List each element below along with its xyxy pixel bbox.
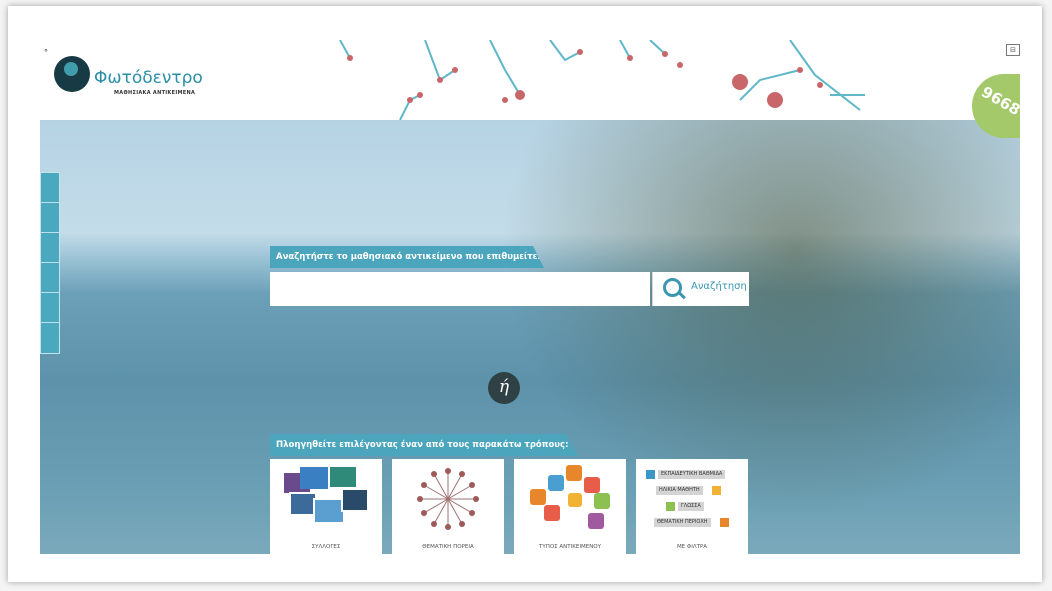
browse-card-collections[interactable]: ΣΥΛΛΟΓΕΣ — [270, 459, 382, 555]
or-separator: ή — [488, 372, 520, 404]
search-button[interactable]: Αναζήτηση — [652, 272, 749, 306]
card-label: ΘΕΜΑΤΙΚΗ ΠΟΡΕΙΑ — [422, 544, 474, 550]
side-menu-item[interactable] — [41, 233, 59, 263]
checkbox-icon — [712, 486, 721, 495]
filter-label: ΗΛΙΚΙΑ ΜΑΘΗΤΗ — [656, 486, 703, 495]
site-header: ° Φωτόδεντρο ΜΑΘΗΣΙΑΚΑ ΑΝΤΙΚΕΙΜΕΝΑ ⊟ — [40, 40, 1020, 120]
card-label: ΣΥΛΛΟΓΕΣ — [311, 544, 341, 550]
filter-education-level[interactable]: ΕΚΠΑΙΔΕΥΤΙΚΗ ΒΑΘΜΙΔΑ — [636, 469, 748, 481]
filter-label: ΓΛΩΣΣΑ — [678, 502, 704, 511]
collections-icon — [284, 467, 369, 524]
side-menu-item[interactable] — [41, 263, 59, 293]
logo-decoration: ° — [44, 48, 48, 57]
browse-card-object-type[interactable]: ΤΥΠΟΣ ΑΝΤΙΚΕΙΜΕΝΟΥ — [514, 459, 626, 555]
card-label: ΜΕ ΦΙΛΤΡΑ — [676, 544, 708, 550]
card-label: ΤΥΠΟΣ ΑΝΤΙΚΕΙΜΕΝΟΥ — [539, 544, 601, 550]
object-counter: 9668 — [978, 82, 1024, 120]
object-type-icon — [530, 465, 610, 529]
branch-decoration — [339, 40, 865, 120]
filter-student-age[interactable]: ΗΛΙΚΙΑ ΜΑΘΗΤΗ — [636, 485, 748, 497]
side-menu[interactable] — [40, 172, 60, 354]
side-menu-item[interactable] — [41, 203, 59, 233]
filter-language[interactable]: ΓΛΩΣΣΑ — [636, 501, 748, 513]
site-subtitle: ΜΑΘΗΣΙΑΚΑ ΑΝΤΙΚΕΙΜΕΝΑ — [114, 90, 196, 96]
checkbox-icon — [666, 502, 675, 511]
browse-card-thematic[interactable]: ΘΕΜΑΤΙΚΗ ΠΟΡΕΙΑ — [392, 459, 504, 555]
screen-icon[interactable]: ⊟ — [1006, 44, 1020, 56]
filter-subject-area[interactable]: ΘΕΜΑΤΙΚΗ ΠΕΡΙΟΧΗ — [636, 517, 748, 529]
site-title[interactable]: Φωτόδεντρο — [94, 68, 203, 88]
search-button-label: Αναζήτηση — [691, 281, 747, 292]
checkbox-icon — [720, 518, 729, 527]
search-icon — [663, 278, 682, 297]
search-input[interactable] — [270, 272, 650, 306]
filter-label: ΕΚΠΑΙΔΕΥΤΙΚΗ ΒΑΘΜΙΔΑ — [658, 470, 726, 479]
browse-card-filters[interactable]: ΕΚΠΑΙΔΕΥΤΙΚΗ ΒΑΘΜΙΔΑ ΗΛΙΚΙΑ ΜΑΘΗΤΗ ΓΛΩΣΣ… — [636, 459, 748, 555]
search-prompt: Αναζητήστε το μαθησιακό αντικείμενο που … — [270, 246, 544, 268]
filter-label: ΘΕΜΑΤΙΚΗ ΠΕΡΙΟΧΗ — [654, 518, 711, 527]
browse-prompt: Πλοηγηθείτε επιλέγοντας έναν από τους πα… — [270, 434, 578, 456]
thematic-path-icon — [417, 468, 479, 530]
side-menu-item[interactable] — [41, 173, 59, 203]
checkbox-icon — [646, 470, 655, 479]
side-menu-item[interactable] — [41, 293, 59, 323]
filter-list: ΕΚΠΑΙΔΕΥΤΙΚΗ ΒΑΘΜΙΔΑ ΗΛΙΚΙΑ ΜΑΘΗΤΗ ΓΛΩΣΣ… — [636, 465, 748, 533]
logo-icon[interactable] — [54, 56, 90, 92]
